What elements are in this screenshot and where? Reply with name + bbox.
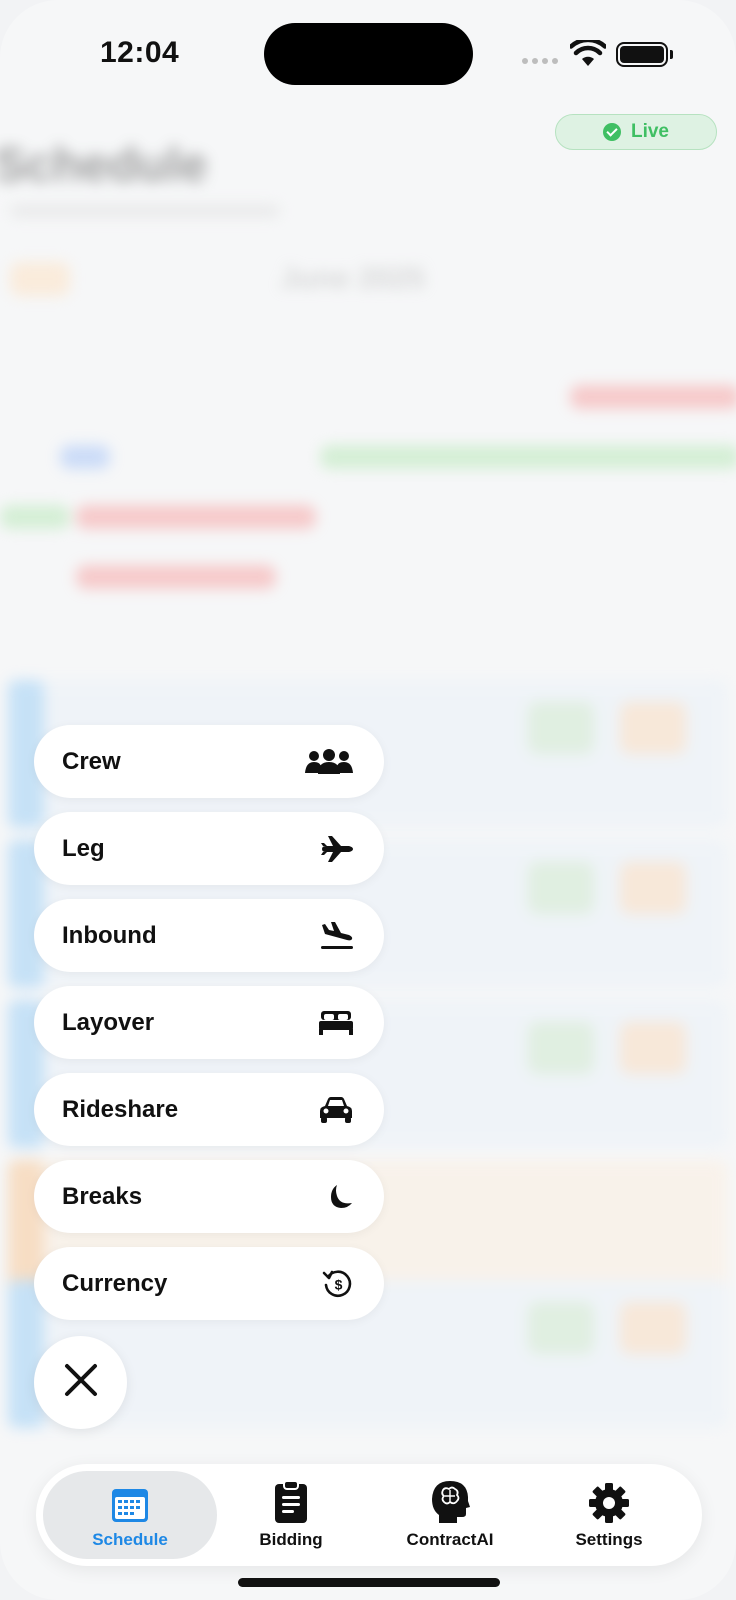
page-title: Schedule [0, 139, 208, 192]
car-icon [302, 1090, 354, 1130]
airplane-icon [302, 829, 354, 869]
tab-contractai[interactable]: ContractAI [363, 1471, 537, 1559]
tab-label: ContractAI [406, 1530, 494, 1549]
menu-item-label: Currency [62, 1269, 168, 1297]
tab-label: Bidding [259, 1530, 323, 1549]
bed-icon [302, 1003, 354, 1043]
calendar-event-bar [570, 385, 736, 409]
svg-text:$: $ [335, 1276, 343, 1292]
currency-history-icon: $ [302, 1264, 354, 1304]
moon-icon [302, 1177, 354, 1217]
brain-head-icon [430, 1480, 470, 1524]
home-indicator[interactable] [238, 1578, 500, 1587]
calendar-month-label: June 2025 [280, 262, 426, 295]
tab-label: Schedule [92, 1530, 168, 1549]
dynamic-island [264, 23, 473, 85]
menu-item-inbound[interactable]: Inbound [34, 899, 384, 972]
menu-item-label: Layover [62, 1008, 155, 1036]
tab-label: Settings [575, 1530, 643, 1549]
battery-icon [616, 42, 673, 67]
menu-item-label: Rideshare [62, 1095, 179, 1123]
tab-bidding[interactable]: Bidding [204, 1471, 378, 1559]
wifi-icon [568, 37, 608, 73]
check-circle-icon [602, 123, 621, 141]
menu-item-label: Inbound [62, 921, 157, 949]
menu-item-leg[interactable]: Leg [34, 812, 384, 885]
tab-bar: Schedule Bidding ContractAI Settings [36, 1464, 702, 1566]
menu-item-currency[interactable]: Currency $ [34, 1247, 384, 1320]
calendar-event-bar [60, 445, 110, 469]
live-status-badge[interactable]: Live [555, 114, 717, 150]
status-bar-time: 12:04 [100, 36, 180, 69]
close-icon [64, 1363, 98, 1402]
tab-schedule[interactable]: Schedule [43, 1471, 217, 1559]
calendar-event-bar [76, 505, 316, 529]
close-menu-button[interactable] [34, 1336, 127, 1429]
tab-settings[interactable]: Settings [522, 1471, 696, 1559]
live-badge-label: Live [630, 121, 670, 142]
calendar-event-bar [76, 565, 276, 589]
page-subtitle-placeholder [10, 205, 280, 217]
menu-item-layover[interactable]: Layover [34, 986, 384, 1059]
gear-icon [588, 1480, 630, 1524]
calendar-event-bar [0, 505, 70, 529]
calendar-icon [110, 1480, 150, 1524]
clipboard-icon [274, 1480, 308, 1524]
menu-item-label: Leg [62, 834, 105, 862]
app-screen: Schedule June 2025 12:04 Live Crew Leg I… [0, 0, 736, 1600]
menu-item-rideshare[interactable]: Rideshare [34, 1073, 384, 1146]
menu-item-label: Crew [62, 747, 121, 775]
menu-item-breaks[interactable]: Breaks [34, 1160, 384, 1233]
cellular-signal-icon [522, 58, 558, 64]
menu-item-crew[interactable]: Crew [34, 725, 384, 798]
crew-icon [302, 742, 354, 782]
calendar-event-bar [320, 445, 736, 469]
today-pill [10, 262, 70, 296]
menu-item-label: Breaks [62, 1182, 143, 1210]
plane-landing-icon [302, 916, 354, 956]
